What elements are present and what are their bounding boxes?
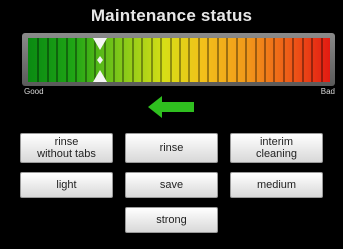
- gauge-segment-divider: [301, 38, 304, 82]
- gauge-good-label: Good: [24, 87, 44, 96]
- gauge-segment-divider: [216, 38, 219, 82]
- gauge-segment-divider: [122, 38, 125, 82]
- gauge-segment-divider: [75, 38, 78, 82]
- gauge-bad-label: Bad: [320, 87, 335, 96]
- rinse-without-tabs-label: rinse without tabs: [37, 136, 96, 160]
- gauge-segment-divider: [84, 38, 87, 82]
- gauge-segment-divider: [235, 38, 238, 82]
- gauge-segment-divider: [141, 38, 144, 82]
- gauge-segment-divider: [150, 38, 153, 82]
- gauge-segment-divider: [179, 38, 181, 82]
- gauge-segment-divider: [56, 38, 59, 82]
- gauge-segment-divider: [282, 38, 285, 82]
- strong-label: strong: [156, 214, 187, 226]
- gauge-segment-divider: [131, 38, 134, 82]
- gauge-segment-divider: [226, 38, 229, 82]
- gauge-segment-divider: [160, 38, 163, 82]
- rinse-without-tabs-button[interactable]: rinse without tabs: [20, 133, 113, 163]
- gauge-segment-divider: [207, 38, 210, 82]
- medium-label: medium: [256, 179, 297, 191]
- medium-button[interactable]: medium: [230, 172, 323, 198]
- interim-cleaning-label: interim cleaning: [256, 136, 297, 160]
- gauge-segment-divider: [65, 38, 68, 82]
- save-label: save: [159, 179, 184, 191]
- gauge-segment-divider: [197, 38, 200, 82]
- gauge-segment-divider: [245, 38, 248, 82]
- light-button[interactable]: light: [20, 172, 113, 198]
- gauge-segment-divider: [169, 38, 172, 82]
- strong-button[interactable]: strong: [125, 207, 218, 233]
- gauge-segment-divider: [46, 38, 49, 82]
- gauge-segment-divider: [254, 38, 257, 82]
- gauge-segment-divider: [263, 38, 266, 82]
- save-button[interactable]: save: [125, 172, 218, 198]
- rinse-label: rinse: [159, 142, 184, 154]
- gauge-segment-divider: [37, 38, 40, 82]
- interim-cleaning-button[interactable]: interim cleaning: [230, 133, 323, 163]
- maintenance-screen: Maintenance status Good Bad rinse withou…: [0, 0, 343, 249]
- gauge-segment-divider: [292, 38, 295, 82]
- page-title: Maintenance status: [90, 6, 253, 25]
- gauge-segment-divider: [112, 38, 115, 82]
- gauge-segment-divider: [311, 38, 314, 82]
- arrow-left-icon: [148, 96, 194, 118]
- gauge-segment-divider: [320, 38, 323, 82]
- light-label: light: [56, 179, 77, 191]
- rinse-button[interactable]: rinse: [125, 133, 218, 163]
- gauge-segment-divider: [188, 38, 191, 82]
- gauge-segment-divider: [273, 38, 276, 82]
- gauge-level-marker: [93, 38, 108, 82]
- maintenance-gauge-bar: [28, 38, 330, 82]
- gauge-segments: [28, 38, 330, 82]
